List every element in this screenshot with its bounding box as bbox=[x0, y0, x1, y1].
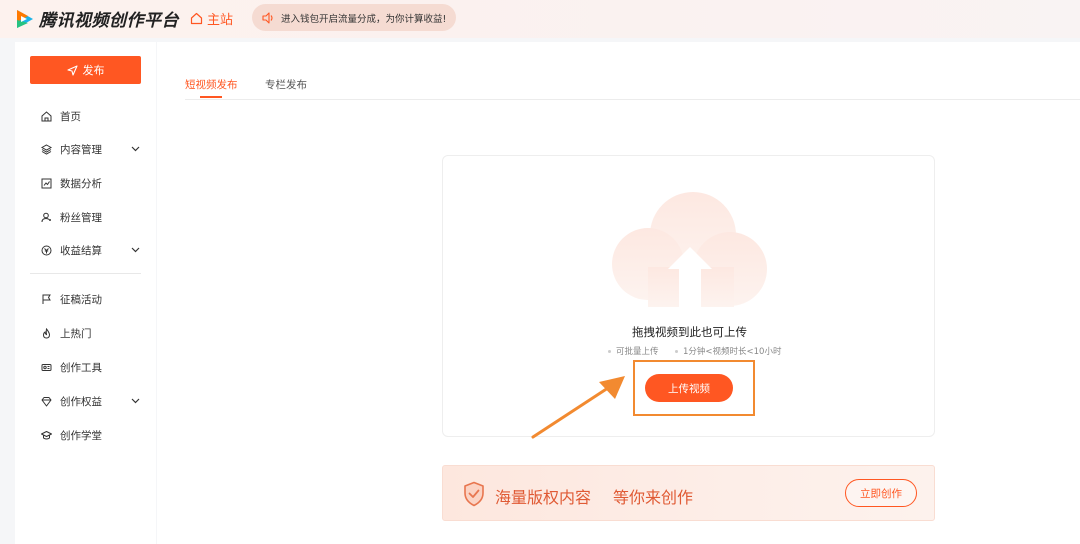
banner-headline: 海量版权内容 bbox=[495, 488, 592, 507]
sidebar-item-label: 粉丝管理 bbox=[60, 211, 102, 224]
tools-icon bbox=[40, 361, 52, 373]
wallet-notice[interactable]: 进入钱包开启流量分成，为你计算收益! bbox=[252, 4, 456, 31]
tab-short-video[interactable]: 短视频发布 bbox=[185, 77, 238, 92]
hint-duration: 1分钟<视频时长<10小时 bbox=[675, 345, 781, 357]
flag-icon bbox=[40, 293, 52, 305]
hint-duration-text: 1分钟<视频时长<10小时 bbox=[683, 347, 782, 357]
graduation-icon bbox=[40, 429, 52, 441]
create-now-button[interactable]: 立即创作 bbox=[845, 479, 917, 507]
sidebar-item-label: 首页 bbox=[60, 110, 81, 123]
sidebar-item-contests[interactable]: 征稿活动 bbox=[40, 290, 102, 308]
sidebar-item-label: 创作工具 bbox=[60, 361, 102, 374]
publish-button[interactable]: 发布 bbox=[30, 56, 141, 84]
sidebar-item-label: 数据分析 bbox=[60, 177, 102, 190]
sidebar-item-fans[interactable]: 粉丝管理 bbox=[40, 208, 102, 226]
tab-divider bbox=[185, 99, 1080, 100]
user-icon bbox=[40, 211, 52, 223]
home-icon bbox=[40, 110, 52, 122]
layers-icon bbox=[40, 143, 52, 155]
sidebar-item-trending[interactable]: 上热门 bbox=[40, 324, 92, 342]
upload-title: 拖拽视频到此也可上传 bbox=[632, 325, 747, 339]
sidebar: 发布 首页 内容管理 数据分析 粉丝管理 收益结算 征稿活动 上热门 创作工具 … bbox=[15, 42, 156, 544]
sidebar-item-analytics[interactable]: 数据分析 bbox=[40, 174, 102, 192]
flame-icon bbox=[40, 327, 52, 339]
top-bar: 腾讯视频创作平台 主站 进入钱包开启流量分成，为你计算收益! bbox=[0, 0, 1080, 38]
sidebar-item-academy[interactable]: 创作学堂 bbox=[40, 426, 102, 444]
platform-logo[interactable]: 腾讯视频创作平台 bbox=[14, 6, 179, 31]
send-icon bbox=[66, 64, 78, 76]
bullet-dot bbox=[675, 349, 678, 353]
sidebar-item-label: 征稿活动 bbox=[60, 293, 102, 306]
sidebar-divider bbox=[30, 273, 141, 274]
sidebar-item-home[interactable]: 首页 bbox=[40, 107, 81, 125]
chart-icon bbox=[40, 177, 52, 189]
cloud-upload-icon bbox=[612, 192, 767, 309]
annotation-highlight-box bbox=[633, 360, 755, 416]
home-link-label: 主站 bbox=[207, 13, 234, 28]
banner-subheadline: 等你来创作 bbox=[613, 488, 694, 507]
hint-batch-text: 可批量上传 bbox=[616, 347, 659, 357]
logo-icon bbox=[14, 8, 36, 30]
chevron-down-icon bbox=[131, 247, 140, 253]
copyright-banner[interactable]: 海量版权内容 等你来创作 立即创作 bbox=[442, 465, 935, 521]
publish-button-label: 发布 bbox=[82, 64, 105, 77]
notice-text: 进入钱包开启流量分成，为你计算收益! bbox=[281, 13, 447, 25]
main-panel: 短视频发布 专栏发布 拖拽视频到此也可上传 可批量上传 1分钟<视频时长<10小… bbox=[157, 42, 1080, 544]
sidebar-item-label: 上热门 bbox=[60, 327, 92, 340]
sidebar-item-rights[interactable]: 创作权益 bbox=[40, 392, 140, 410]
logo-text: 腾讯视频创作平台 bbox=[39, 11, 179, 31]
sidebar-item-label: 创作权益 bbox=[60, 395, 102, 408]
annotation-arrow-icon bbox=[531, 376, 625, 439]
sidebar-item-tools[interactable]: 创作工具 bbox=[40, 358, 102, 376]
sidebar-item-income[interactable]: 收益结算 bbox=[40, 241, 140, 259]
tab-column[interactable]: 专栏发布 bbox=[265, 77, 307, 92]
shield-check-icon bbox=[464, 481, 484, 507]
chevron-down-icon bbox=[131, 146, 140, 152]
active-tab-indicator bbox=[200, 96, 222, 98]
income-icon bbox=[40, 244, 52, 256]
speaker-icon bbox=[262, 11, 273, 24]
hint-batch: 可批量上传 bbox=[608, 345, 659, 357]
sidebar-item-content[interactable]: 内容管理 bbox=[40, 140, 140, 158]
sidebar-item-label: 收益结算 bbox=[60, 244, 102, 257]
chevron-down-icon bbox=[131, 398, 140, 404]
diamond-icon bbox=[40, 395, 52, 407]
bullet-dot bbox=[608, 349, 611, 353]
home-link[interactable]: 主站 bbox=[190, 9, 233, 28]
sidebar-item-label: 内容管理 bbox=[60, 143, 102, 156]
house-icon bbox=[190, 12, 203, 25]
sidebar-item-label: 创作学堂 bbox=[60, 429, 102, 442]
